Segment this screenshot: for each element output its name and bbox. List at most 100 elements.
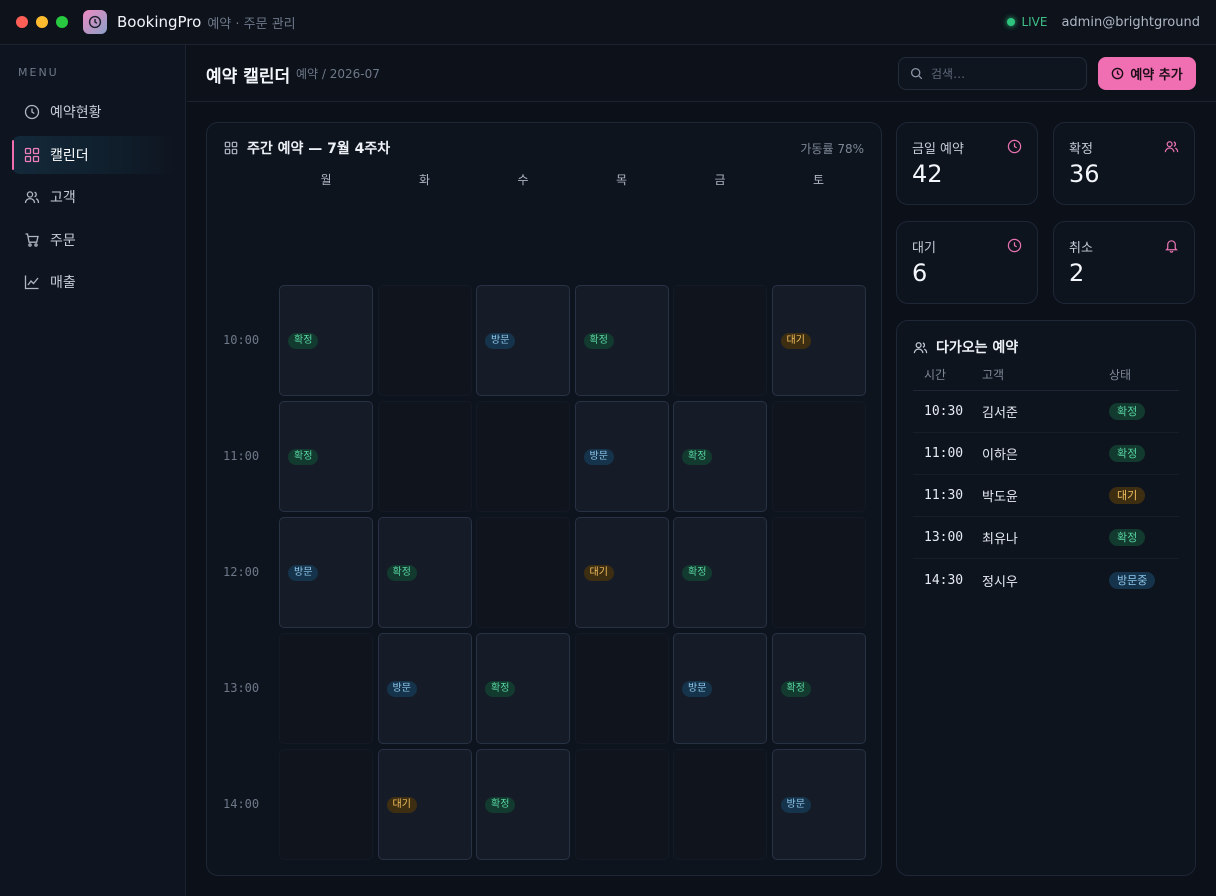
booking-slot[interactable]: 확정 [574, 285, 669, 396]
title-bar: BookingPro 예약 · 주문 관리 LIVE admin@brightg… [0, 0, 1216, 45]
upcoming-reservations-panel: 다가오는 예약 시간 고객 상태 10:30 김서준 확정 11:00 이하은 확정 11:… [896, 320, 1196, 876]
sidebar-item-label: 예약현황 [50, 105, 102, 121]
sidebar-item-sales[interactable]: 매출 [12, 263, 174, 301]
empty-slot[interactable] [673, 285, 767, 396]
sidebar-item-label: 고객 [50, 190, 76, 206]
status-badge: 확정 [780, 681, 811, 697]
table-row[interactable]: 14:30 정시우 방문중 [913, 559, 1179, 601]
booking-slot[interactable]: 확정 [476, 633, 570, 744]
stat-value: 42 [912, 160, 943, 188]
empty-slot[interactable] [476, 517, 570, 628]
live-label: LIVE [1021, 15, 1048, 29]
booking-slot[interactable]: 확정 [476, 748, 570, 860]
minimize-window-button[interactable] [36, 16, 48, 28]
empty-slot[interactable] [771, 401, 866, 512]
stat-card-today: 금일 예약 42 [896, 122, 1038, 205]
booking-slot[interactable]: 방문 [574, 401, 669, 512]
booking-slot[interactable]: 방문 [279, 517, 373, 628]
status-badge: 방문 [583, 449, 614, 465]
status-badge: 확정 [485, 796, 516, 813]
day-header: 금 [714, 173, 726, 187]
close-window-button[interactable] [16, 16, 28, 28]
booking-slot[interactable]: 확정 [771, 633, 866, 744]
clock-icon [24, 104, 40, 120]
booking-slot[interactable]: 대기 [377, 748, 472, 860]
clock-icon [1111, 67, 1124, 80]
empty-slot[interactable] [771, 517, 866, 628]
status-badge: 방문중 [1109, 571, 1156, 589]
status-badge: 확정 [386, 565, 417, 581]
stat-label: 대기 [912, 241, 936, 256]
empty-slot[interactable] [476, 401, 570, 512]
day-header: 수 [517, 173, 529, 187]
status-badge: 방문 [682, 681, 713, 697]
sidebar: MENU 예약현황 캘린더 고객 주문 매출 [0, 45, 186, 896]
empty-slot[interactable] [377, 401, 472, 512]
clock-icon [1007, 238, 1023, 254]
user-account[interactable]: admin@brightground [1061, 15, 1200, 30]
empty-slot[interactable] [574, 748, 669, 860]
row-time: 10:30 [924, 404, 964, 419]
search-box[interactable] [898, 57, 1087, 90]
day-header: 월 [320, 173, 332, 187]
table-row[interactable]: 10:30 김서준 확정 [913, 391, 1179, 433]
empty-slot[interactable] [574, 633, 669, 744]
row-customer: 이하은 [982, 448, 1018, 463]
status-badge: 확정 [583, 333, 614, 349]
sidebar-nav: 예약현황 캘린더 고객 주문 매출 [12, 93, 174, 306]
window-controls [16, 16, 68, 28]
sidebar-item-orders[interactable]: 주문 [12, 221, 174, 259]
status-badge: 대기 [780, 333, 811, 349]
status-badge: 방문 [780, 796, 811, 813]
booking-slot[interactable]: 확정 [377, 517, 472, 628]
menu-title: MENU [18, 66, 59, 79]
table-row[interactable]: 11:00 이하은 확정 [913, 433, 1179, 475]
row-customer: 최유나 [982, 532, 1018, 547]
sidebar-item-label: 매출 [50, 275, 76, 291]
empty-slot[interactable] [279, 748, 373, 860]
booking-slot[interactable]: 확정 [673, 517, 767, 628]
header-time: 시간 [924, 368, 947, 382]
empty-slot[interactable] [377, 285, 472, 396]
table-row[interactable]: 13:00 최유나 확정 [913, 517, 1179, 559]
table-row[interactable]: 11:30 박도윤 대기 [913, 475, 1179, 517]
maximize-window-button[interactable] [56, 16, 68, 28]
stat-label: 금일 예약 [912, 142, 964, 157]
booking-slot[interactable]: 방문 [476, 285, 570, 396]
users-icon [24, 189, 40, 205]
booking-slot[interactable]: 확정 [673, 401, 767, 512]
breadcrumb: 예약 / 2026-07 [296, 67, 380, 81]
status-badge: 방문 [485, 333, 516, 349]
empty-slot[interactable] [279, 633, 373, 744]
utilization-rate: 가동률 78% [800, 142, 864, 156]
sidebar-item-customers[interactable]: 고객 [12, 178, 174, 216]
time-label: 14:00 [223, 796, 260, 811]
booking-slot[interactable]: 대기 [771, 285, 866, 396]
sidebar-item-label: 캘린더 [50, 147, 89, 164]
header-customer: 고객 [982, 368, 1005, 382]
stat-card-cancelled: 취소 2 [1053, 221, 1195, 304]
row-time: 11:00 [924, 446, 964, 461]
status-badge: 확정 [288, 449, 319, 465]
sidebar-item-label: 주문 [50, 232, 76, 249]
add-reservation-button[interactable]: 예약 추가 [1098, 57, 1196, 90]
booking-slot[interactable]: 확정 [279, 401, 373, 512]
status-badge: 확정 [1109, 445, 1146, 462]
app-name: BookingPro [117, 13, 202, 31]
booking-slot[interactable]: 대기 [574, 517, 669, 628]
search-input[interactable] [931, 66, 1071, 81]
booking-slot[interactable]: 방문 [377, 633, 472, 744]
clock-icon [1007, 139, 1023, 155]
status-badge: 확정 [682, 565, 713, 581]
cart-icon [24, 232, 40, 248]
sidebar-item-reservations[interactable]: 예약현황 [12, 93, 174, 131]
booking-slot[interactable]: 확정 [279, 285, 373, 396]
upcoming-title: 다가오는 예약 [913, 337, 1018, 357]
grid-icon [224, 141, 238, 155]
status-badge: 대기 [1109, 487, 1146, 504]
sidebar-item-calendar[interactable]: 캘린더 [12, 135, 174, 174]
booking-slot[interactable]: 방문 [673, 633, 767, 744]
empty-slot[interactable] [673, 748, 767, 860]
booking-slot[interactable]: 방문 [771, 748, 866, 860]
status-badge: 확정 [288, 333, 319, 349]
